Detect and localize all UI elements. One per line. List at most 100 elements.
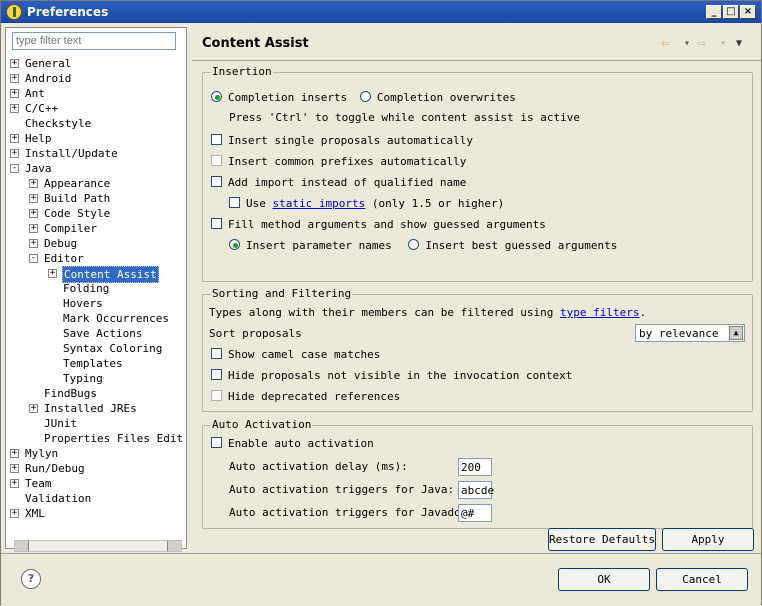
tree-item[interactable]: + Content Assist bbox=[6, 266, 184, 283]
expand-icon[interactable]: + bbox=[10, 149, 19, 158]
scroll-left-arrow[interactable] bbox=[15, 541, 29, 551]
expand-icon[interactable]: + bbox=[29, 179, 38, 188]
expand-icon[interactable]: + bbox=[29, 224, 38, 233]
tree-item[interactable]: + Help bbox=[6, 131, 184, 146]
filter-input[interactable] bbox=[12, 32, 176, 50]
window-title: Preferences bbox=[27, 5, 109, 19]
tree-item-label: Code Style bbox=[44, 207, 111, 220]
forward-menu-icon[interactable]: ▾ bbox=[720, 38, 726, 49]
add-import-checkbox[interactable] bbox=[211, 176, 222, 187]
close-button[interactable]: × bbox=[740, 5, 756, 19]
enable-auto-row[interactable]: Enable auto activation bbox=[211, 437, 374, 450]
maximize-button[interactable]: □ bbox=[723, 5, 739, 19]
apply-button[interactable]: Apply bbox=[662, 528, 754, 551]
tree-item[interactable]: Syntax Coloring bbox=[6, 341, 184, 356]
single-proposals-checkbox[interactable] bbox=[211, 134, 222, 145]
hide-deprecated-row[interactable]: Hide deprecated references bbox=[211, 390, 400, 403]
sort-proposals-select[interactable]: by relevance ▲ bbox=[635, 324, 745, 342]
expand-icon[interactable]: + bbox=[29, 239, 38, 248]
expand-icon[interactable]: + bbox=[10, 464, 19, 473]
ok-button[interactable]: OK bbox=[558, 568, 650, 591]
hide-not-visible-checkbox[interactable] bbox=[211, 369, 222, 380]
back-menu-icon[interactable]: ▾ bbox=[684, 38, 690, 49]
enable-auto-checkbox[interactable] bbox=[211, 437, 222, 448]
camel-case-checkbox[interactable] bbox=[211, 348, 222, 359]
help-icon[interactable]: ? bbox=[21, 569, 41, 589]
common-prefixes-checkbox[interactable] bbox=[211, 155, 222, 166]
best-guessed-radio[interactable] bbox=[408, 239, 420, 250]
minimize-button[interactable]: _ bbox=[706, 5, 722, 19]
tree-item[interactable]: + Mylyn bbox=[6, 446, 184, 461]
expand-icon[interactable]: + bbox=[29, 194, 38, 203]
expand-icon[interactable]: + bbox=[10, 104, 19, 113]
expand-icon[interactable]: + bbox=[10, 59, 19, 68]
fill-args-checkbox[interactable] bbox=[211, 218, 222, 229]
add-import-row[interactable]: Add import instead of qualified name bbox=[211, 176, 466, 189]
delay-input[interactable]: 200 bbox=[458, 458, 492, 476]
javadoc-triggers-input[interactable]: @# bbox=[458, 504, 492, 522]
camel-case-row[interactable]: Show camel case matches bbox=[211, 348, 380, 361]
expand-icon[interactable]: + bbox=[48, 269, 57, 278]
expand-icon[interactable]: + bbox=[10, 134, 19, 143]
scroll-right-arrow[interactable] bbox=[167, 541, 181, 551]
expand-icon[interactable]: + bbox=[29, 209, 38, 218]
completion-inserts-radio[interactable] bbox=[211, 91, 222, 102]
tree-item[interactable]: + Compiler bbox=[6, 221, 184, 236]
cancel-button[interactable]: Cancel bbox=[656, 568, 748, 591]
tree-item[interactable]: - Editor bbox=[6, 251, 184, 266]
tree-item[interactable]: + Installed JREs bbox=[6, 401, 184, 416]
tree-item[interactable]: Mark Occurrences bbox=[6, 311, 184, 326]
tree-item[interactable]: FindBugs bbox=[6, 386, 184, 401]
tree-item[interactable]: + Team bbox=[6, 476, 184, 491]
tree-item[interactable]: + Android bbox=[6, 71, 184, 86]
restore-defaults-button[interactable]: Restore Defaults bbox=[548, 528, 656, 551]
horizontal-scrollbar[interactable] bbox=[14, 540, 182, 552]
dropdown-arrow-icon[interactable]: ▲ bbox=[729, 326, 743, 340]
expand-icon[interactable]: + bbox=[10, 509, 19, 518]
expand-icon[interactable]: + bbox=[10, 74, 19, 83]
tree-item[interactable]: Validation bbox=[6, 491, 184, 506]
hide-not-visible-row[interactable]: Hide proposals not visible in the invoca… bbox=[211, 369, 572, 382]
expand-icon[interactable]: + bbox=[10, 479, 19, 488]
tree-item[interactable]: Checkstyle bbox=[6, 116, 184, 131]
param-names-radio[interactable] bbox=[229, 239, 240, 250]
tree-item[interactable]: Save Actions bbox=[6, 326, 184, 341]
static-imports-row[interactable]: Use static imports (only 1.5 or higher) bbox=[229, 197, 504, 210]
camel-case-label: Show camel case matches bbox=[228, 348, 381, 361]
tree-item[interactable]: + Appearance bbox=[6, 176, 184, 191]
common-prefixes-row[interactable]: Insert common prefixes automatically bbox=[211, 155, 466, 168]
tree-item[interactable]: + Debug bbox=[6, 236, 184, 251]
java-triggers-input[interactable]: abcde bbox=[458, 481, 494, 499]
sorting-group-title: Sorting and Filtering bbox=[211, 287, 353, 300]
collapse-icon[interactable]: - bbox=[10, 164, 19, 173]
static-imports-checkbox[interactable] bbox=[229, 197, 240, 208]
tree-item[interactable]: + XML bbox=[6, 506, 184, 521]
tree-item[interactable]: Folding bbox=[6, 281, 184, 296]
type-filters-link[interactable]: type filters bbox=[560, 306, 639, 319]
tree-item[interactable]: Typing bbox=[6, 371, 184, 386]
completion-overwrites-radio[interactable] bbox=[359, 91, 371, 102]
tree-item[interactable]: Hovers bbox=[6, 296, 184, 311]
tree-item[interactable]: Properties Files Edit bbox=[6, 431, 184, 446]
single-proposals-row[interactable]: Insert single proposals automatically bbox=[211, 134, 473, 147]
tree-item[interactable]: + Ant bbox=[6, 86, 184, 101]
tree-item[interactable]: + Code Style bbox=[6, 206, 184, 221]
hide-deprecated-checkbox[interactable] bbox=[211, 390, 222, 401]
view-menu-icon[interactable]: ▼ bbox=[736, 38, 742, 49]
static-imports-link[interactable]: static imports bbox=[273, 197, 366, 210]
tree-item[interactable]: + Build Path bbox=[6, 191, 184, 206]
tree-item[interactable]: + Run/Debug bbox=[6, 461, 184, 476]
expand-icon[interactable]: + bbox=[10, 449, 19, 458]
expand-icon[interactable]: + bbox=[10, 89, 19, 98]
tree-item[interactable]: - Java bbox=[6, 161, 184, 176]
fill-args-row[interactable]: Fill method arguments and show guessed a… bbox=[211, 218, 546, 231]
tree-item[interactable]: + Install/Update bbox=[6, 146, 184, 161]
tree-item[interactable]: JUnit bbox=[6, 416, 184, 431]
tree-item[interactable]: + General bbox=[6, 56, 184, 71]
collapse-icon[interactable]: - bbox=[29, 254, 38, 263]
tree-item[interactable]: Templates bbox=[6, 356, 184, 371]
back-arrow-icon[interactable]: ⇦ bbox=[661, 36, 669, 51]
forward-arrow-icon[interactable]: ⇨ bbox=[698, 36, 706, 51]
expand-icon[interactable]: + bbox=[29, 404, 38, 413]
tree-item[interactable]: + C/C++ bbox=[6, 101, 184, 116]
